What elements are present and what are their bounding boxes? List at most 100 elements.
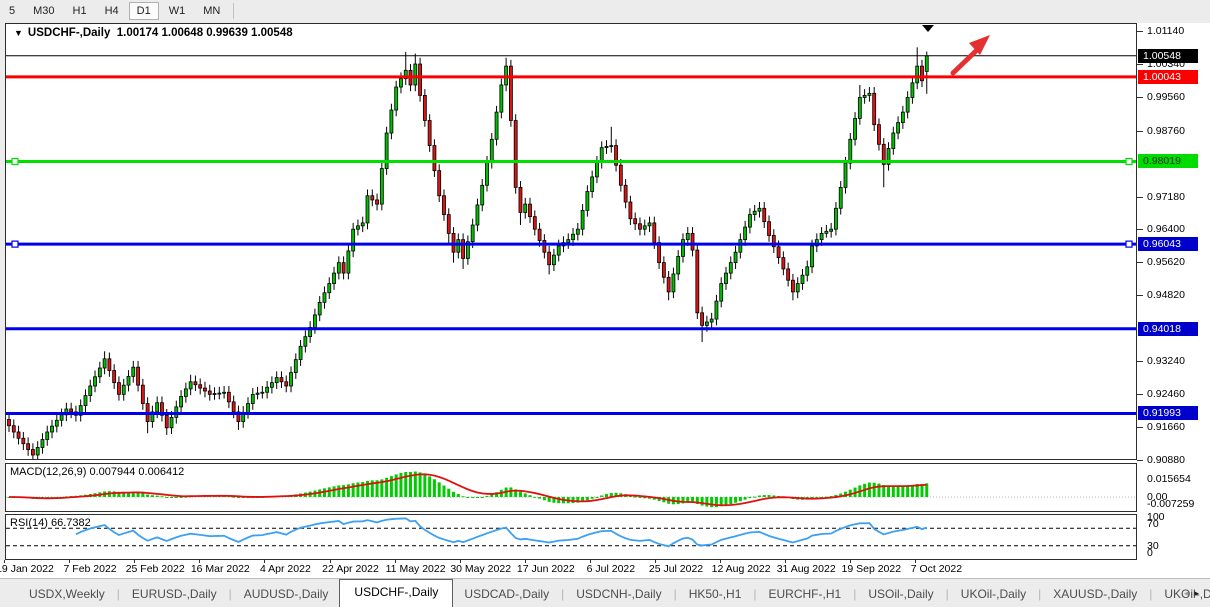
candle-bearish — [920, 66, 923, 81]
candle-bullish — [648, 223, 651, 226]
macd-axis-tick: -0.007259 — [1147, 498, 1194, 510]
candle-bearish — [31, 450, 34, 455]
candle-bullish — [55, 420, 58, 426]
chart-tab-hk50-h1[interactable]: HK50-,H1 — [678, 582, 753, 607]
candle-bullish — [471, 225, 474, 242]
macd-histogram-bar — [906, 486, 909, 497]
macd-histogram-bar — [763, 495, 766, 497]
candle-bearish — [113, 371, 116, 383]
candle-bullish — [834, 208, 837, 229]
candle-bearish — [791, 280, 794, 292]
line-endpoint-handle[interactable] — [12, 158, 18, 164]
candle-bearish — [27, 444, 30, 450]
macd-label: MACD(12,26,9) 0.007944 0.006412 — [10, 466, 184, 478]
candle-bearish — [438, 171, 441, 196]
timeframe-button-m30[interactable]: M30 — [25, 2, 62, 20]
candle-bearish — [208, 391, 211, 394]
macd-histogram-bar — [175, 497, 178, 498]
macd-histogram-bar — [753, 497, 756, 498]
macd-histogram-bar — [734, 497, 737, 503]
candle-bullish — [36, 447, 39, 455]
timeframe-button-h1[interactable]: H1 — [65, 2, 95, 20]
price-tick-label: 0.99560 — [1147, 91, 1185, 103]
candle-bullish — [916, 66, 919, 83]
candle-bearish — [203, 388, 206, 391]
tab-scroll-left-icon[interactable]: ◂ — [1184, 588, 1195, 598]
line-endpoint-handle[interactable] — [1126, 158, 1132, 164]
chart-tab-usdx-weekly[interactable]: USDX,Weekly — [18, 582, 116, 607]
candle-bearish — [108, 359, 111, 371]
price-tick-label: 0.94820 — [1147, 289, 1185, 301]
price-tick-mark — [1137, 229, 1143, 230]
candle-bullish — [567, 240, 570, 243]
timeframe-button-w1[interactable]: W1 — [161, 2, 194, 20]
price-axis[interactable]: 1.011401.003400.995600.987600.971800.964… — [1137, 23, 1210, 560]
macd-histogram-bar — [471, 497, 474, 498]
macd-histogram-bar — [758, 496, 761, 497]
macd-histogram-bar — [352, 483, 355, 497]
tab-scroll-right-icon[interactable]: ▸ — [1194, 588, 1205, 598]
macd-histogram-bar — [748, 497, 751, 498]
candle-bearish — [12, 426, 15, 432]
candle-bullish — [299, 346, 302, 359]
chart-tab-audusd-daily[interactable]: AUDUSD-,Daily — [233, 582, 340, 607]
macd-axis-tick: 0.015654 — [1147, 473, 1191, 485]
candle-bullish — [318, 302, 321, 315]
candle-bullish — [60, 415, 63, 420]
macd-histogram-bar — [524, 493, 527, 497]
candle-bullish — [98, 368, 101, 377]
price-chart-canvas[interactable] — [6, 24, 1136, 459]
time-axis[interactable]: 19 Jan 20227 Feb 202225 Feb 202216 Mar 2… — [0, 560, 1210, 578]
candle-bullish — [705, 322, 708, 325]
candle-bullish — [849, 139, 852, 163]
line-endpoint-handle[interactable] — [12, 241, 18, 247]
candle-bullish — [304, 337, 307, 347]
chart-tab-usdchf-daily[interactable]: USDCHF-,Daily — [339, 579, 453, 607]
macd-histogram-bar — [466, 497, 469, 498]
candle-bullish — [725, 273, 728, 283]
candle-bullish — [643, 226, 646, 229]
candle-bullish — [361, 223, 364, 226]
chart-tab-eurusd-daily[interactable]: EURUSD-,Daily — [121, 582, 228, 607]
candle-bullish — [495, 112, 498, 139]
chart-tab-xauusd-daily[interactable]: XAUUSD-,Daily — [1042, 582, 1148, 607]
macd-indicator-pane[interactable]: MACD(12,26,9) 0.007944 0.006412 — [5, 463, 1137, 512]
price-tick-label: 0.97180 — [1147, 191, 1185, 203]
price-tick-mark — [1137, 262, 1143, 263]
macd-histogram-bar — [356, 482, 359, 497]
chart-tab-ukoil-daily[interactable]: UKOil-,Daily — [950, 582, 1037, 607]
timeframe-button-mn[interactable]: MN — [195, 2, 228, 20]
chart-tab-eurchf-h1[interactable]: EURCHF-,H1 — [758, 582, 853, 607]
price-level-badge: 0.91993 — [1138, 406, 1198, 420]
price-level-badge: 0.96043 — [1138, 237, 1198, 251]
price-tick-mark — [1137, 131, 1143, 132]
line-endpoint-handle[interactable] — [1126, 241, 1132, 247]
candle-bullish — [811, 246, 814, 267]
candle-bearish — [117, 383, 120, 395]
symbol-dropdown-icon[interactable]: ▼ — [14, 28, 23, 38]
macd-histogram-bar — [347, 484, 350, 497]
date-tick-label: 31 Aug 2022 — [777, 563, 836, 575]
chart-title: ▼USDCHF-,Daily 1.00174 1.00648 0.99639 1… — [14, 27, 293, 39]
trend-arrow-shaft[interactable] — [953, 50, 977, 73]
rsi-indicator-pane[interactable]: RSI(14) 66.7382 — [5, 514, 1137, 560]
timeframe-button-5[interactable]: 5 — [1, 2, 23, 20]
candle-bearish — [22, 438, 25, 443]
candle-bullish — [414, 64, 417, 85]
candle-bullish — [868, 93, 871, 95]
candle-bullish — [490, 139, 493, 162]
macd-histogram-bar — [170, 497, 173, 498]
timeframe-button-d1[interactable]: D1 — [129, 2, 159, 20]
macd-histogram-bar — [892, 486, 895, 497]
timeframe-button-h4[interactable]: H4 — [97, 2, 127, 20]
candle-bearish — [165, 415, 168, 428]
chart-tab-usdcad-daily[interactable]: USDCAD-,Daily — [453, 582, 560, 607]
price-chart-pane[interactable]: ▼USDCHF-,Daily 1.00174 1.00648 0.99639 1… — [5, 23, 1137, 460]
candle-bullish — [213, 394, 216, 395]
candle-bearish — [442, 196, 445, 215]
candle-bullish — [380, 169, 383, 205]
candle-bullish — [715, 301, 718, 319]
chart-tab-usoil-daily[interactable]: USOil-,Daily — [857, 582, 944, 607]
candle-bearish — [462, 240, 465, 259]
chart-tab-usdcnh-daily[interactable]: USDCNH-,Daily — [565, 582, 672, 607]
